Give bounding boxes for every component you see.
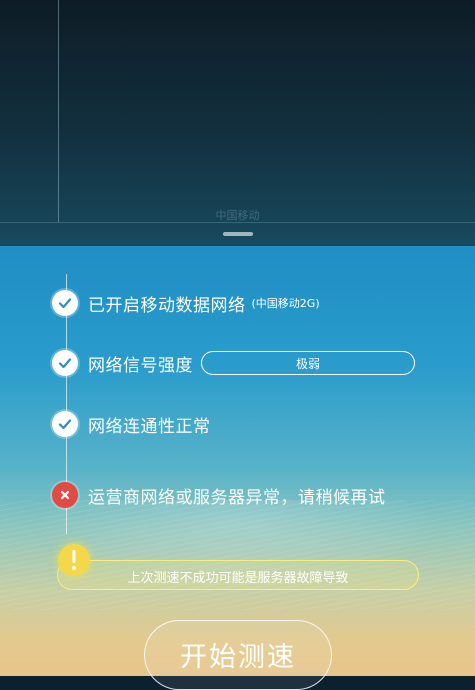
checkmark-icon <box>52 350 78 376</box>
cross-icon <box>52 482 78 508</box>
start-speed-test-button[interactable]: 开始测速 <box>144 620 332 690</box>
signal-strength-badge: 极弱 <box>201 351 415 375</box>
sheet-drag-handle[interactable] <box>223 232 253 236</box>
step-signal-strength: 网络信号强度 极弱 <box>52 348 415 378</box>
carrier-label-faint: 中国移动 <box>215 209 260 222</box>
divider-vertical <box>58 0 59 222</box>
step-connectivity: 网络连通性正常 <box>52 409 211 439</box>
step-server-status: 运营商网络或服务器异常，请稍候再试 <box>52 480 386 510</box>
step-label: 运营商网络或服务器异常，请稍候再试 <box>88 487 386 508</box>
step-mobile-data: 已开启移动数据网络 (中国移动2G) <box>52 288 320 318</box>
warning-text: 上次测速不成功可能是服务器故障导致 <box>127 571 349 586</box>
top-panel: 中国移动 <box>0 0 475 246</box>
carrier-network-type: (中国移动2G) <box>251 297 320 310</box>
checkmark-icon <box>52 411 78 437</box>
warning-banner: 上次测速不成功可能是服务器故障导致 <box>57 544 419 590</box>
step-label: 已开启移动数据网络 <box>88 295 246 316</box>
checkmark-icon <box>52 290 78 316</box>
step-label: 网络连通性正常 <box>88 416 211 437</box>
step-label: 网络信号强度 <box>88 355 193 376</box>
